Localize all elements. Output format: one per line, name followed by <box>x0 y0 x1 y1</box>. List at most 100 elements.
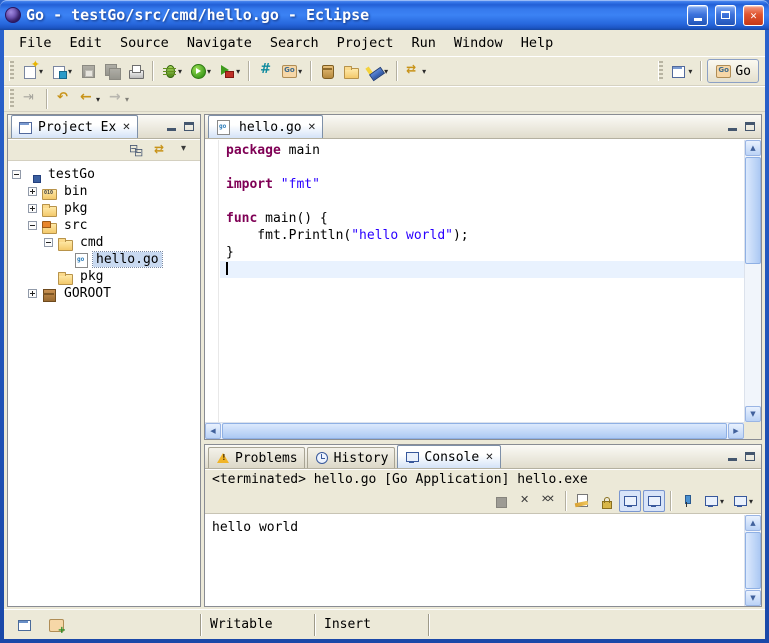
code-line-4[interactable] <box>220 193 744 210</box>
link-with-editor-button[interactable] <box>150 141 172 160</box>
editor-horizontal-scrollbar[interactable]: ◀ ▶ <box>205 422 744 439</box>
tree-item-GOROOT[interactable]: GOROOT <box>8 285 200 302</box>
scroll-down-button[interactable]: ▼ <box>745 590 761 606</box>
external-tools-button[interactable]: ▾ <box>216 59 243 83</box>
tree-item-pkg[interactable]: pkg <box>8 268 200 285</box>
new-wizard-button[interactable]: ▾ <box>19 59 46 83</box>
console-vertical-scrollbar[interactable]: ▲ ▼ <box>744 515 761 606</box>
minimize-console-button[interactable] <box>723 449 741 465</box>
minimize-view-button[interactable] <box>162 119 180 135</box>
scroll-lock-button[interactable] <box>595 490 617 512</box>
expander-plus-icon[interactable] <box>28 204 37 213</box>
search-button[interactable]: ▾ <box>364 59 391 83</box>
clear-console-button[interactable] <box>571 490 593 512</box>
tab-problems[interactable]: Problems <box>208 447 305 468</box>
expander-minus-icon[interactable] <box>44 238 53 247</box>
tab-hello-go[interactable]: hello.go ✕ <box>208 115 323 138</box>
menu-help[interactable]: Help <box>512 32 563 54</box>
code-line-8[interactable] <box>220 261 744 278</box>
pin-console-button[interactable] <box>676 490 698 512</box>
maximize-console-button[interactable] <box>741 449 759 465</box>
go-trim-button[interactable] <box>45 613 67 637</box>
tab-console[interactable]: Console✕ <box>397 445 500 468</box>
remove-all-launches-button[interactable] <box>538 490 560 512</box>
remove-launch-button[interactable] <box>514 490 536 512</box>
minimize-window-button[interactable] <box>687 5 708 26</box>
expander-minus-icon[interactable] <box>12 170 21 179</box>
scroll-up-button[interactable]: ▲ <box>745 140 761 156</box>
minimize-editor-button[interactable] <box>723 119 741 135</box>
forward-button[interactable]: ▾ <box>105 87 132 111</box>
vertical-scrollbar-thumb[interactable] <box>745 157 761 264</box>
tree-item-hello-go[interactable]: hello.go <box>8 251 200 268</box>
collapse-all-button[interactable] <box>126 141 148 160</box>
open-perspective-button[interactable]: ▾ <box>668 59 695 83</box>
terminate-button[interactable] <box>490 490 512 512</box>
scroll-right-button[interactable]: ▶ <box>728 423 744 439</box>
scroll-up-button[interactable]: ▲ <box>745 515 761 531</box>
save-button[interactable] <box>77 59 99 83</box>
debug-button[interactable]: ▾ <box>158 59 185 83</box>
menu-search[interactable]: Search <box>261 32 328 54</box>
expander-minus-icon[interactable] <box>28 221 37 230</box>
tab-history[interactable]: History <box>307 447 396 468</box>
perspective-drag-handle[interactable] <box>658 61 663 81</box>
console-output[interactable]: hello world <box>205 515 744 606</box>
maximize-window-button[interactable] <box>715 5 736 26</box>
maximize-view-button[interactable] <box>180 119 198 135</box>
code-line-1[interactable]: package main <box>220 142 744 159</box>
titlebar[interactable]: Go - testGo/src/cmd/hello.go - Eclipse ✕ <box>0 0 769 30</box>
editor-vertical-scrollbar[interactable]: ▲ ▼ <box>744 140 761 422</box>
scroll-left-button[interactable]: ◀ <box>205 423 221 439</box>
last-edit-location-button[interactable] <box>52 87 74 111</box>
menu-project[interactable]: Project <box>328 32 403 54</box>
editor-gutter[interactable] <box>205 140 219 422</box>
maximize-editor-button[interactable] <box>741 119 759 135</box>
tab-project-explorer[interactable]: Project Ex ✕ <box>11 115 138 138</box>
go-run-button[interactable]: ▾ <box>278 59 305 83</box>
menu-run[interactable]: Run <box>403 32 445 54</box>
close-window-button[interactable]: ✕ <box>743 5 764 26</box>
toolbar-drag-handle[interactable] <box>9 61 14 81</box>
display-console-button[interactable]: ▾ <box>700 490 727 512</box>
menu-navigate[interactable]: Navigate <box>178 32 261 54</box>
team-sync-button[interactable]: ▾ <box>402 59 429 83</box>
show-stderr-button[interactable] <box>643 490 665 512</box>
print-button[interactable] <box>125 59 147 83</box>
open-folder-button[interactable] <box>340 59 362 83</box>
save-all-button[interactable] <box>101 59 123 83</box>
open-console-button[interactable]: ▾ <box>729 490 756 512</box>
close-tab-icon[interactable]: ✕ <box>485 452 493 463</box>
menu-source[interactable]: Source <box>111 32 178 54</box>
horizontal-scrollbar-thumb[interactable] <box>222 423 727 439</box>
run-button[interactable]: ▾ <box>187 59 214 83</box>
scroll-down-button[interactable]: ▼ <box>745 406 761 422</box>
jar-import-button[interactable] <box>316 59 338 83</box>
tree-item-bin[interactable]: bin <box>8 183 200 200</box>
fast-view-button[interactable] <box>13 613 35 637</box>
code-line-2[interactable] <box>220 159 744 176</box>
go-new-button[interactable] <box>254 59 276 83</box>
back-button[interactable]: ▾ <box>76 87 103 111</box>
view-menu-button[interactable] <box>174 141 196 160</box>
tree-item-pkg[interactable]: pkg <box>8 200 200 217</box>
code-area[interactable]: package main import "fmt" func main() { fm… <box>220 142 744 422</box>
tree-item-testGo[interactable]: testGo <box>8 166 200 183</box>
pin-editor-button[interactable] <box>19 87 41 111</box>
expander-plus-icon[interactable] <box>28 187 37 196</box>
code-line-7[interactable]: } <box>220 244 744 261</box>
expander-plus-icon[interactable] <box>28 289 37 298</box>
show-stdout-button[interactable] <box>619 490 641 512</box>
new-go-element-button[interactable]: ▾ <box>48 59 75 83</box>
menu-edit[interactable]: Edit <box>61 32 112 54</box>
menu-file[interactable]: File <box>10 32 61 54</box>
close-tab-icon[interactable]: ✕ <box>122 122 130 133</box>
code-line-5[interactable]: func main() { <box>220 210 744 227</box>
code-line-6[interactable]: fmt.Println("hello world"); <box>220 227 744 244</box>
code-line-3[interactable]: import "fmt" <box>220 176 744 193</box>
menu-window[interactable]: Window <box>445 32 512 54</box>
vertical-scrollbar-thumb[interactable] <box>745 532 761 589</box>
tree-item-cmd[interactable]: cmd <box>8 234 200 251</box>
tree-item-src[interactable]: src <box>8 217 200 234</box>
go-perspective-button[interactable]: Go <box>707 59 759 83</box>
